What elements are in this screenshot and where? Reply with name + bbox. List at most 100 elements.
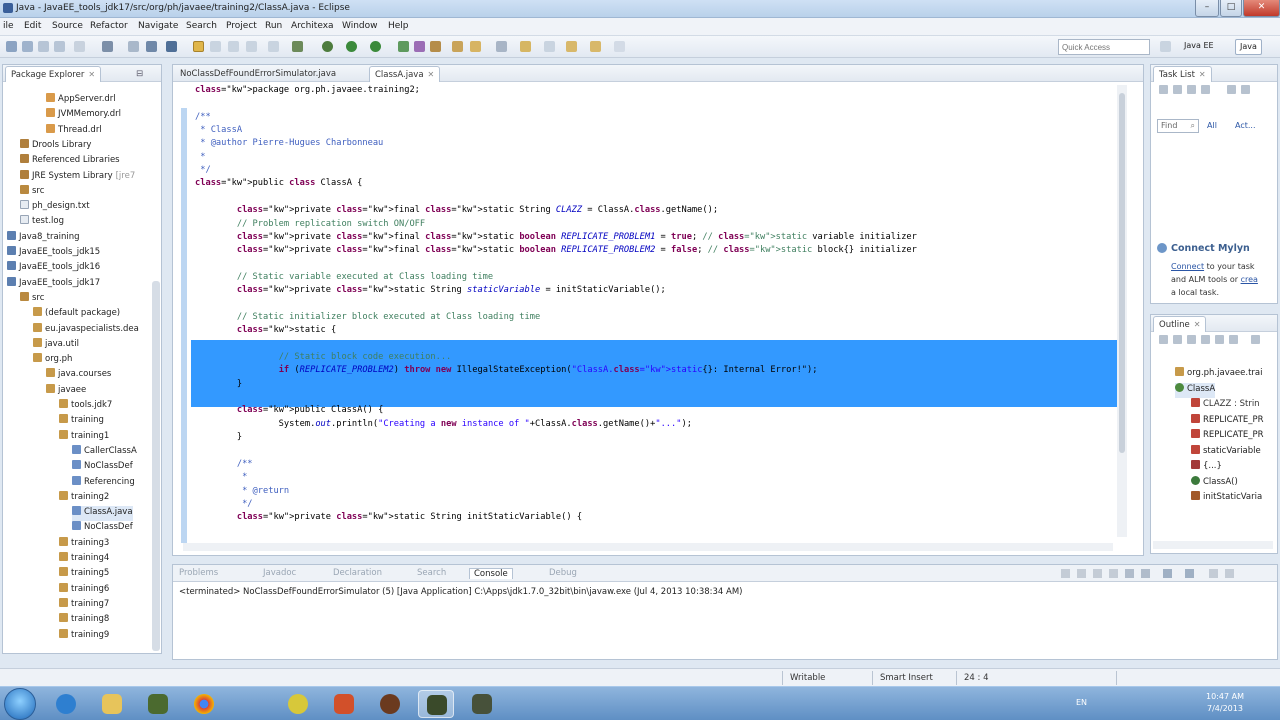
open-console-icon[interactable]: [1185, 569, 1194, 578]
search-icon[interactable]: [292, 41, 303, 52]
run-icon[interactable]: [346, 41, 357, 52]
taskbar-chrome[interactable]: [186, 690, 222, 718]
tab-noclassdef-simulator[interactable]: NoClassDefFoundErrorSimulator.java: [175, 66, 341, 82]
tree-item[interactable]: training9: [59, 628, 109, 644]
tree-item[interactable]: java.util: [33, 337, 79, 353]
word-wrap-icon[interactable]: [1125, 569, 1134, 578]
menu-search[interactable]: Search: [186, 21, 217, 31]
tree-item[interactable]: Java8_training: [7, 230, 80, 246]
hide-static-icon[interactable]: [1201, 335, 1210, 344]
annotation-next-icon[interactable]: [496, 41, 507, 52]
tree-item[interactable]: JVMMemory.drl: [46, 108, 121, 123]
next-annotation-icon[interactable]: [520, 41, 531, 52]
tree-item[interactable]: JRE System Library [jre7: [20, 169, 135, 185]
sort-icon[interactable]: [1173, 335, 1182, 344]
minimize-panel-icon[interactable]: [1209, 569, 1218, 578]
outline-item[interactable]: initStaticVaria: [1191, 491, 1262, 506]
task-find-input[interactable]: Find ⌕: [1157, 119, 1199, 133]
tab-debug[interactable]: Debug: [549, 568, 577, 578]
new-package-icon[interactable]: [414, 41, 425, 52]
print-icon[interactable]: [54, 41, 65, 52]
tree-item[interactable]: eu.javaspecialists.dea: [33, 322, 139, 338]
tree-item[interactable]: NoClassDef: [72, 460, 133, 475]
hide-nonpublic-icon[interactable]: [1215, 335, 1224, 344]
coverage-icon[interactable]: [370, 41, 381, 52]
hide-local-types-icon[interactable]: [1229, 335, 1238, 344]
hide-completed-icon[interactable]: [1201, 85, 1210, 94]
filter-icon[interactable]: [1187, 85, 1196, 94]
tree-item[interactable]: java.courses: [46, 368, 111, 383]
tree-item[interactable]: training7: [59, 597, 109, 613]
tree-item[interactable]: JavaEE_tools_jdk16: [7, 261, 100, 276]
new-class-icon[interactable]: [430, 41, 441, 52]
language-indicator[interactable]: EN: [1076, 698, 1087, 707]
code-area[interactable]: class="kw">package org.ph.javaee.trainin…: [181, 82, 1127, 543]
tree-item[interactable]: tools.jdk7: [59, 399, 112, 414]
editor-horizontal-scrollbar[interactable]: [183, 543, 1113, 551]
tree-item[interactable]: javaee: [46, 383, 86, 399]
tab-declaration[interactable]: Declaration: [333, 568, 382, 578]
tree-item[interactable]: ph_design.txt: [20, 200, 90, 215]
perspective-java[interactable]: Java: [1235, 39, 1262, 55]
outline-item[interactable]: staticVariable: [1191, 444, 1261, 460]
tree-item[interactable]: ClassA.java: [72, 506, 133, 522]
maximize-panel-icon[interactable]: [1225, 569, 1234, 578]
create-link[interactable]: crea: [1241, 275, 1258, 284]
tree-item[interactable]: training8: [59, 613, 109, 628]
menu-help[interactable]: Help: [388, 21, 409, 31]
format-icon[interactable]: [268, 41, 279, 52]
outline-item[interactable]: ClassA(): [1191, 475, 1238, 491]
taskbar-jar[interactable]: [140, 690, 176, 718]
taskbar-powerpoint[interactable]: [326, 690, 362, 718]
toggle-mark-occurrences-icon[interactable]: [193, 41, 204, 52]
tree-item[interactable]: test.log: [20, 215, 64, 230]
tab-classa-java[interactable]: ClassA.java ✕: [369, 66, 441, 82]
outline-item[interactable]: ClassA: [1175, 382, 1216, 398]
tree-item[interactable]: Drools Library: [20, 138, 91, 154]
tree-item[interactable]: training5: [59, 567, 109, 582]
new-task-icon[interactable]: [1159, 85, 1168, 94]
taskbar-app[interactable]: [280, 690, 316, 718]
menu-run[interactable]: Run: [265, 21, 282, 31]
taskbar-app2[interactable]: [372, 690, 408, 718]
package-explorer-scrollbar[interactable]: [152, 281, 160, 651]
outline-horizontal-scrollbar[interactable]: [1153, 541, 1273, 549]
pin-console-icon[interactable]: [1141, 569, 1150, 578]
categorize-icon[interactable]: [1173, 85, 1182, 94]
outline-item[interactable]: org.ph.javaee.trai: [1175, 367, 1263, 382]
view-menu-icon[interactable]: [1251, 335, 1260, 344]
display-console-icon[interactable]: [1163, 569, 1172, 578]
activate-link[interactable]: Act...: [1235, 121, 1256, 130]
tree-item[interactable]: JavaEE_tools_jdk17: [7, 276, 100, 292]
back-icon[interactable]: [544, 41, 555, 52]
toggle-icon[interactable]: [128, 41, 139, 52]
tree-item[interactable]: training3: [59, 536, 109, 552]
tree-item[interactable]: src: [20, 184, 44, 200]
tree-item[interactable]: JavaEE_tools_jdk15: [7, 246, 100, 261]
close-button[interactable]: ✕: [1243, 0, 1280, 17]
menu-edit[interactable]: Edit: [24, 21, 41, 31]
remove-launch-icon[interactable]: [1077, 569, 1086, 578]
close-icon[interactable]: ✕: [1194, 320, 1201, 329]
tree-item[interactable]: training1: [59, 429, 109, 445]
tab-outline[interactable]: Outline ✕: [1153, 316, 1207, 332]
outline-item[interactable]: CLAZZ : Strin: [1191, 398, 1260, 413]
system-clock[interactable]: 10:47 AM 7/4/2013: [1206, 691, 1244, 715]
debug-run-icon[interactable]: [322, 41, 333, 52]
tree-item[interactable]: training6: [59, 582, 109, 598]
tree-item[interactable]: Referenced Libraries: [20, 154, 120, 169]
word-wrap-icon[interactable]: [210, 41, 221, 52]
tab-package-explorer[interactable]: Package Explorer ✕: [5, 66, 102, 82]
outline-item[interactable]: REPLICATE_PR: [1191, 429, 1264, 444]
pin-editor-icon[interactable]: [614, 41, 625, 52]
scroll-lock-icon[interactable]: [1109, 569, 1118, 578]
collapse-all-icon[interactable]: ⊟: [131, 66, 148, 82]
outline-item[interactable]: REPLICATE_PR: [1191, 413, 1264, 429]
navigate-icon[interactable]: [470, 41, 481, 52]
terminate-icon[interactable]: [1061, 569, 1070, 578]
tree-item[interactable]: training: [59, 414, 104, 429]
menu-navigate[interactable]: Navigate: [138, 21, 178, 31]
close-icon[interactable]: ✕: [88, 70, 95, 79]
tab-console[interactable]: Console: [469, 568, 513, 579]
new-java-project-icon[interactable]: [398, 41, 409, 52]
